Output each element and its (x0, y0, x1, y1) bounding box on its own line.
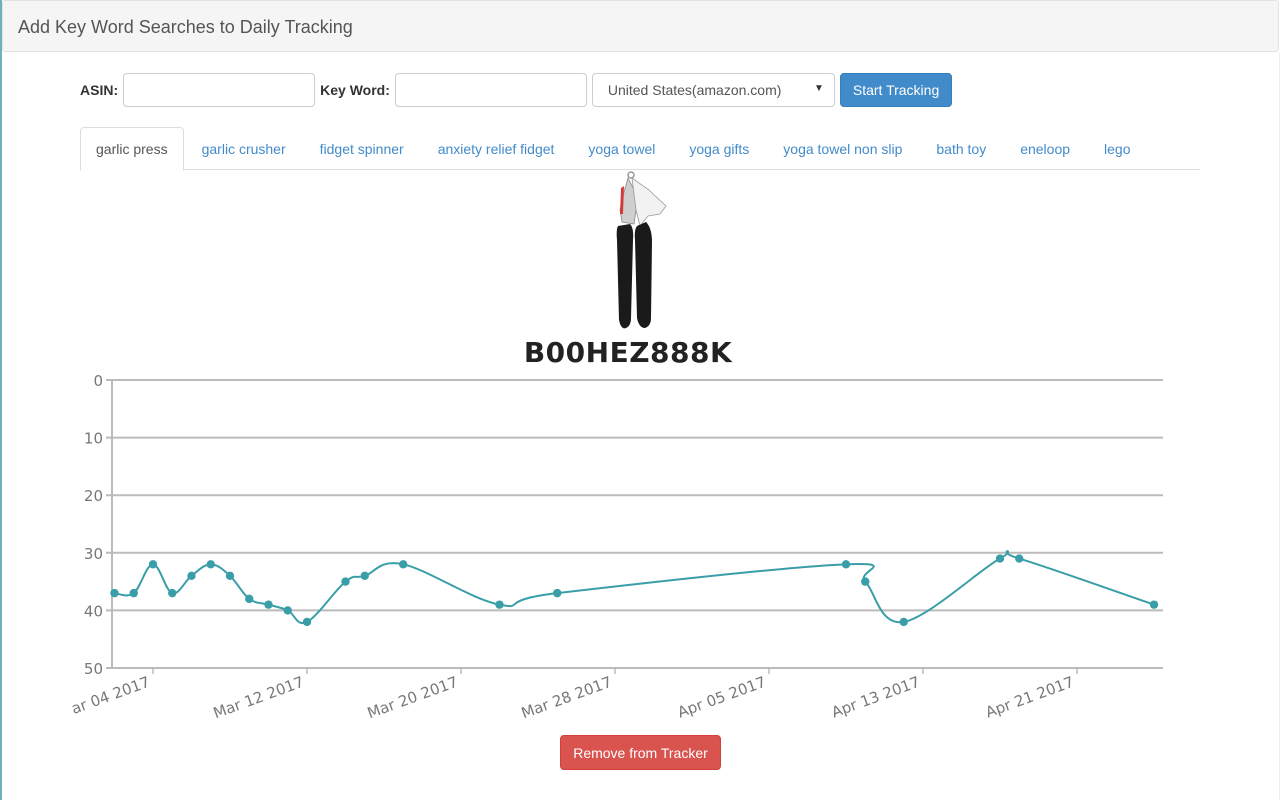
tab-keyword[interactable]: garlic crusher (186, 127, 302, 170)
tab-label: lego (1104, 140, 1131, 157)
asin-label: ASIN: (80, 82, 119, 98)
data-point (264, 600, 273, 609)
panel-title: Add Key Word Searches to Daily Tracking (18, 17, 353, 37)
tab-label: bath toy (936, 140, 987, 157)
x-tick-label: Mar 20 2017 (365, 673, 461, 722)
data-point (206, 560, 215, 569)
tab-label: anxiety relief fidget (437, 140, 555, 157)
data-point (899, 617, 908, 627)
rank-line-chart: 0 10 20 30 40 50 ar 04 2017 Mar 12 2017 Mar 20 … (69, 372, 1163, 722)
data-point (129, 588, 138, 598)
data-point (995, 554, 1005, 563)
tab-keyword[interactable]: yoga gifts (673, 127, 765, 170)
x-tick-label: ar 04 2017 (69, 673, 152, 718)
start-tracking-button[interactable]: Start Tracking (839, 73, 953, 107)
remove-from-tracker-button[interactable]: Remove from Tracker (560, 735, 721, 770)
marketplace-select[interactable]: United States(amazon.com) ▼ (591, 73, 835, 107)
garlic-press-product-image (616, 171, 667, 329)
tab-keyword[interactable]: eneloop (1004, 127, 1086, 170)
x-tick-label: Mar 28 2017 (519, 673, 615, 722)
y-tick-label: 20 (84, 487, 103, 505)
tracking-form: ASIN: Key Word: United States(amazon.com… (80, 72, 953, 108)
tab-label: garlic press (96, 141, 168, 157)
tab-label: yoga towel (588, 140, 656, 157)
data-point (245, 594, 254, 604)
y-tick-label: 40 (84, 602, 103, 620)
tab-keyword[interactable]: lego (1088, 127, 1146, 170)
marketplace-selected-value: United States(amazon.com) (607, 82, 782, 98)
x-tick-label: Apr 21 2017 (983, 673, 1076, 722)
tab-label: garlic crusher (201, 140, 286, 157)
tab-keyword[interactable]: anxiety relief fidget (422, 127, 571, 170)
keyword-tabs: garlic press garlic crusher fidget spinn… (80, 127, 1200, 171)
data-point (225, 571, 235, 581)
data-point (283, 606, 292, 615)
data-point (187, 571, 196, 581)
y-tick-label: 30 (84, 545, 103, 563)
keyword-label: Key Word: (320, 82, 390, 98)
y-tick-label: 50 (84, 660, 103, 678)
data-point (1149, 600, 1159, 609)
tab-keyword[interactable]: garlic press (80, 127, 184, 171)
asin-input[interactable] (123, 73, 316, 107)
data-point (341, 577, 350, 586)
keyword-input[interactable] (394, 73, 587, 107)
data-point (110, 588, 119, 598)
tab-label: yoga towel non slip (783, 140, 903, 157)
x-tick-label: Apr 05 2017 (675, 673, 768, 722)
tab-keyword[interactable]: yoga towel (572, 127, 671, 170)
tab-keyword[interactable]: yoga towel non slip (767, 127, 918, 170)
x-tick-label: Mar 12 2017 (211, 673, 307, 722)
tab-label: yoga gifts (689, 140, 750, 157)
dropdown-caret-icon: ▼ (813, 83, 824, 94)
tab-label: fidget spinner (319, 140, 404, 157)
x-tick-label: Apr 13 2017 (829, 673, 922, 722)
data-point (168, 588, 177, 598)
y-tick-label: 0 (93, 372, 103, 390)
data-point (495, 600, 504, 609)
data-point (399, 560, 408, 569)
data-point (553, 588, 562, 598)
data-point (1015, 554, 1024, 563)
data-point (841, 560, 851, 569)
tab-keyword[interactable]: bath toy (920, 127, 1002, 170)
data-point (360, 571, 369, 581)
tab-keyword[interactable]: fidget spinner (304, 127, 420, 170)
tab-label: eneloop (1020, 140, 1071, 157)
data-point (861, 577, 870, 586)
y-tick-label: 10 (84, 430, 103, 448)
data-point (148, 560, 158, 569)
data-point (302, 617, 312, 627)
panel-heading: Add Key Word Searches to Daily Tracking (2, 0, 1279, 52)
